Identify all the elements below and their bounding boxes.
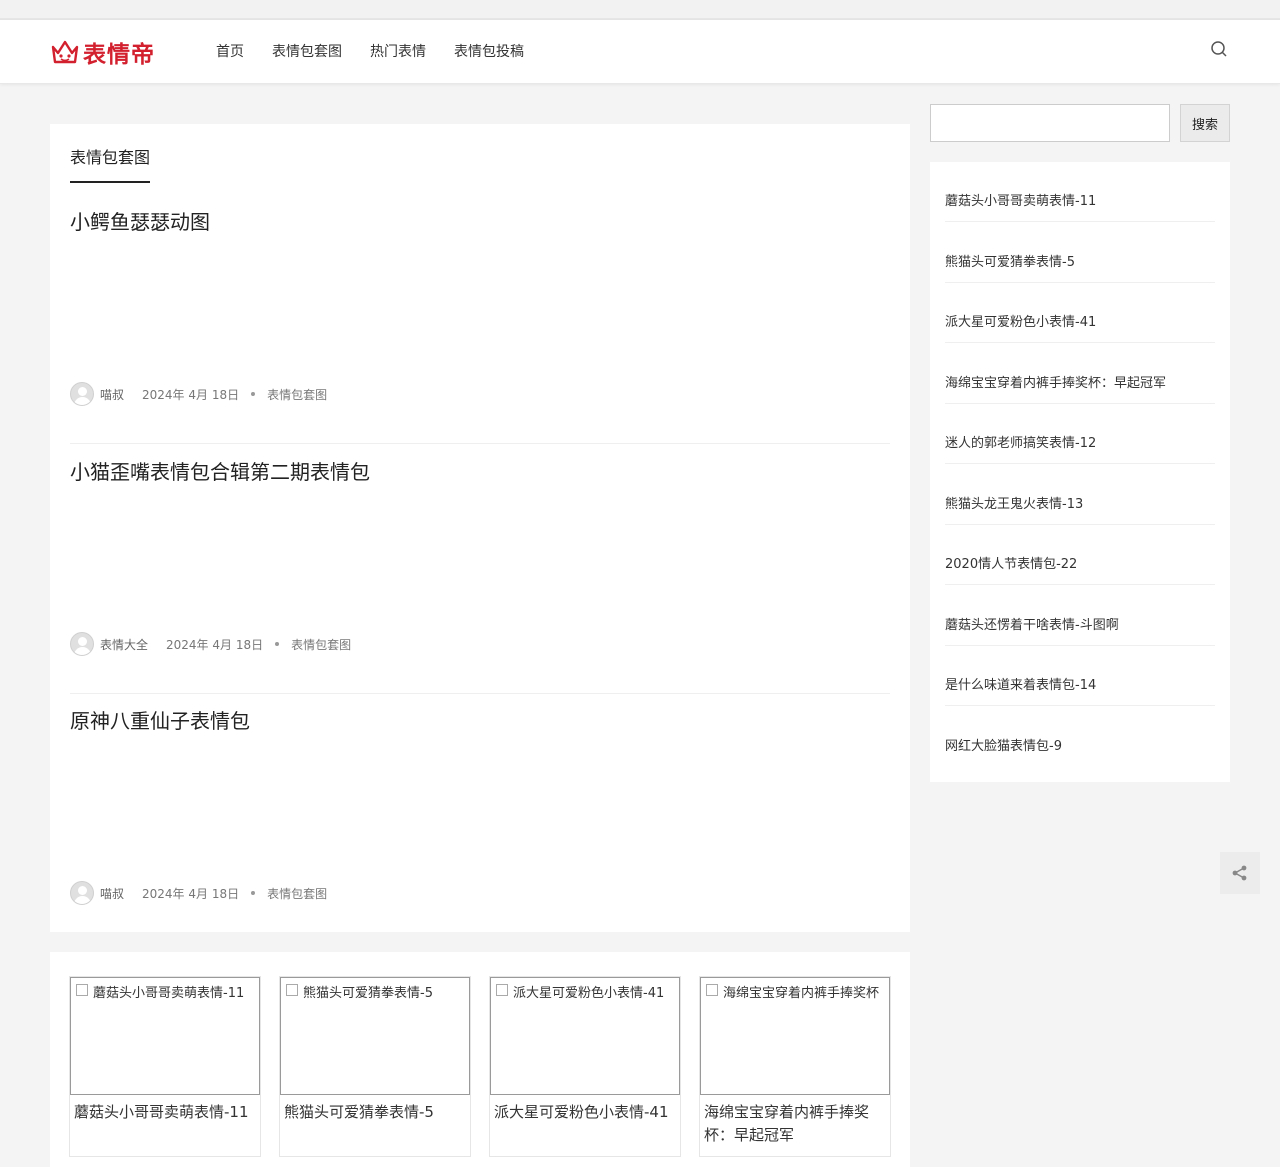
post-title[interactable]: 小猫歪嘴表情包合辑第二期表情包 — [70, 456, 370, 485]
thumbnail-alt-text: 海绵宝宝穿着内裤手捧奖杯 — [723, 986, 880, 1001]
post-date: 2024年 4月 18日 — [142, 886, 240, 901]
related-title[interactable]: 蘑菇头小哥哥卖萌表情-11 — [74, 1101, 258, 1124]
related-thumbnail: 海绵宝宝穿着内裤手捧奖杯 — [700, 977, 890, 1095]
thumbnail-alt-text: 蘑菇头小哥哥卖萌表情-11 — [93, 986, 245, 1001]
post-meta: 表情大全 2024年 4月 18日 表情包套图 — [70, 632, 351, 656]
thumbnail-alt-text: 派大星可爱粉色小表情-41 — [513, 986, 665, 1001]
sidebar-list-item[interactable]: 蘑菇头小哥哥卖萌表情-11 — [945, 162, 1215, 222]
nav-item-home[interactable]: 首页 — [216, 42, 244, 62]
sidebar-list-item[interactable]: 是什么味道来着表情包-14 — [945, 646, 1215, 706]
related-card[interactable]: 蘑菇头小哥哥卖萌表情-11 蘑菇头小哥哥卖萌表情-11 — [69, 976, 261, 1157]
sidebar-list-item[interactable]: 海绵宝宝穿着内裤手捧奖杯：早起冠军 — [945, 344, 1215, 404]
section-tab[interactable]: 表情包套图 — [70, 144, 150, 168]
related-thumbnail: 熊猫头可爱猜拳表情-5 — [280, 977, 470, 1095]
post-meta: 喵叔 2024年 4月 18日 表情包套图 — [70, 881, 327, 905]
site-logo[interactable]: 表情帝 — [50, 36, 155, 68]
avatar — [70, 632, 94, 656]
nav-item-sets[interactable]: 表情包套图 — [272, 42, 342, 62]
browser-top-strip — [0, 0, 1280, 20]
related-card[interactable]: 熊猫头可爱猜拳表情-5 熊猫头可爱猜拳表情-5 — [279, 976, 471, 1157]
sidebar-list-item[interactable]: 2020情人节表情包-22 — [945, 525, 1215, 585]
search-icon — [1211, 41, 1227, 57]
related-posts: 蘑菇头小哥哥卖萌表情-11 蘑菇头小哥哥卖萌表情-11 熊猫头可爱猜拳表情-5 … — [50, 952, 910, 1167]
sidebar-search-input[interactable] — [931, 105, 1169, 141]
share-button[interactable] — [1220, 852, 1260, 894]
related-title[interactable]: 派大星可爱粉色小表情-41 — [494, 1101, 678, 1124]
thumbnail-alt-text: 熊猫头可爱猜拳表情-5 — [303, 986, 433, 1001]
broken-image-icon — [286, 984, 298, 996]
header-search-button[interactable] — [1209, 39, 1229, 59]
sidebar-recent-posts: 蘑菇头小哥哥卖萌表情-11 熊猫头可爱猜拳表情-5 派大星可爱粉色小表情-41 … — [930, 162, 1230, 782]
post-category[interactable]: 表情包套图 — [291, 636, 351, 653]
related-card[interactable]: 派大星可爱粉色小表情-41 派大星可爱粉色小表情-41 — [489, 976, 681, 1157]
post-date: 2024年 4月 18日 — [166, 637, 264, 652]
site-header: 表情帝 首页 表情包套图 热门表情 表情包投稿 — [0, 20, 1280, 84]
related-title[interactable]: 海绵宝宝穿着内裤手捧奖杯：早起冠军 — [704, 1101, 888, 1147]
broken-image-icon — [706, 984, 718, 996]
avatar — [70, 382, 94, 406]
nav-item-hot[interactable]: 热门表情 — [370, 42, 426, 62]
sidebar-list-item[interactable]: 派大星可爱粉色小表情-41 — [945, 283, 1215, 343]
sidebar-list-item[interactable]: 蘑菇头还愣着干啥表情-斗图啊 — [945, 586, 1215, 646]
nav-item-submit[interactable]: 表情包投稿 — [454, 42, 524, 62]
sidebar-search-field[interactable] — [930, 104, 1170, 142]
crown-icon — [51, 40, 79, 64]
broken-image-icon — [496, 984, 508, 996]
post-item: 原神八重仙子表情包 喵叔 2024年 4月 18日 表情包套图 — [70, 693, 890, 943]
meta-separator — [251, 891, 256, 895]
post-list-panel: 表情包套图 小鳄鱼瑟瑟动图 喵叔 2024年 4月 18日 表情包套图 小猫歪嘴… — [50, 124, 910, 932]
post-author[interactable]: 表情大全 — [100, 636, 148, 653]
share-icon — [1232, 865, 1247, 881]
related-thumbnail: 派大星可爱粉色小表情-41 — [490, 977, 680, 1095]
post-item: 小鳄鱼瑟瑟动图 喵叔 2024年 4月 18日 表情包套图 — [70, 194, 890, 444]
sidebar-list-item[interactable]: 迷人的郭老师搞笑表情-12 — [945, 404, 1215, 464]
related-thumbnail: 蘑菇头小哥哥卖萌表情-11 — [70, 977, 260, 1095]
post-category[interactable]: 表情包套图 — [267, 386, 327, 403]
post-author[interactable]: 喵叔 — [100, 386, 124, 403]
sidebar-list-item[interactable]: 熊猫头可爱猜拳表情-5 — [945, 223, 1215, 283]
section-tab-underline — [70, 181, 150, 183]
related-title[interactable]: 熊猫头可爱猜拳表情-5 — [284, 1101, 468, 1124]
post-date: 2024年 4月 18日 — [142, 387, 240, 402]
post-category[interactable]: 表情包套图 — [267, 885, 327, 902]
post-author[interactable]: 喵叔 — [100, 885, 124, 902]
logo-text: 表情帝 — [83, 42, 155, 68]
sidebar-list-item[interactable]: 网红大脸猫表情包-9 — [945, 707, 1215, 767]
main-nav: 首页 表情包套图 热门表情 表情包投稿 — [216, 42, 552, 62]
broken-image-icon — [76, 984, 88, 996]
meta-separator — [251, 392, 256, 396]
post-meta: 喵叔 2024年 4月 18日 表情包套图 — [70, 382, 327, 406]
avatar — [70, 881, 94, 905]
post-item: 小猫歪嘴表情包合辑第二期表情包 表情大全 2024年 4月 18日 表情包套图 — [70, 444, 890, 694]
post-title[interactable]: 小鳄鱼瑟瑟动图 — [70, 206, 210, 235]
post-title[interactable]: 原神八重仙子表情包 — [70, 705, 250, 734]
sidebar-search-button[interactable]: 搜索 — [1180, 104, 1230, 142]
related-card[interactable]: 海绵宝宝穿着内裤手捧奖杯 海绵宝宝穿着内裤手捧奖杯：早起冠军 — [699, 976, 891, 1157]
sidebar-list-item[interactable]: 熊猫头龙王鬼火表情-13 — [945, 465, 1215, 525]
meta-separator — [275, 642, 280, 646]
